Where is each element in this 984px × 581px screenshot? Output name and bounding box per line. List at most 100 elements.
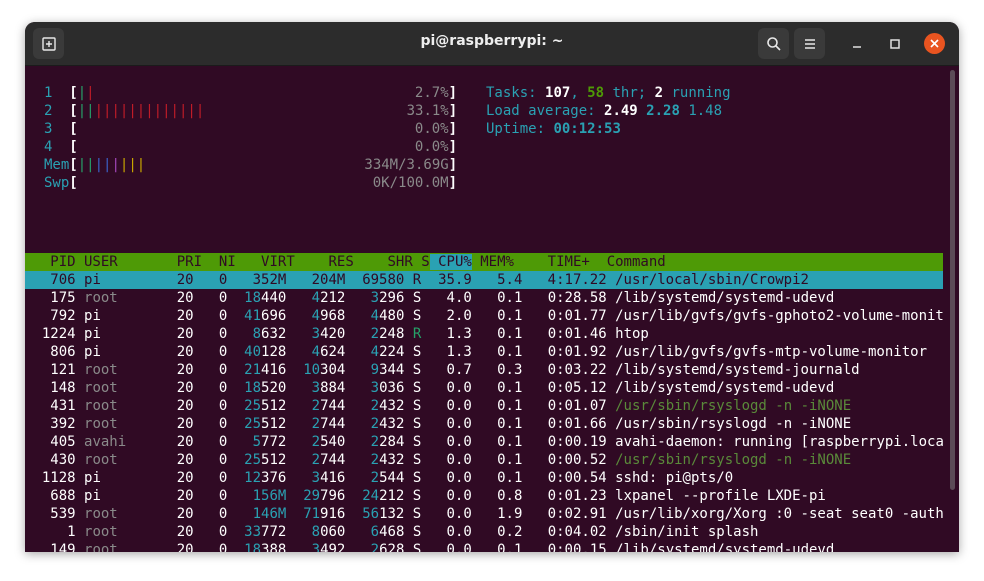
cell-shr: 3296 bbox=[370, 290, 405, 306]
cell-cpu: 0.0 bbox=[421, 488, 472, 504]
column-res-header[interactable]: RES bbox=[295, 254, 353, 270]
process-row[interactable]: 430 root 20 0 25512 2744 2432 S 0.0 0.1 … bbox=[25, 451, 851, 469]
cell-command: /usr/lib/gvfs/gvfs-gphoto2-volume-monit bbox=[606, 308, 944, 324]
process-row[interactable]: 405 avahi 20 0 5772 2540 2284 S 0.0 0.1 … bbox=[25, 433, 944, 451]
cell-pri: 20 bbox=[159, 272, 194, 288]
cell-mem: 0.1 bbox=[471, 452, 523, 468]
process-row[interactable]: 121 root 20 0 21416 10304 9344 S 0.7 0.3… bbox=[25, 361, 859, 379]
cell-pid: 121 bbox=[25, 362, 85, 378]
close-button[interactable] bbox=[924, 33, 945, 54]
cell-pri: 20 bbox=[159, 308, 194, 324]
process-row[interactable]: 149 root 20 0 18388 3492 2628 S 0.0 0.1 … bbox=[25, 541, 834, 552]
column-user-header[interactable]: USER bbox=[76, 254, 160, 270]
cell-user: pi bbox=[84, 326, 160, 342]
cell-res: 3416 bbox=[311, 470, 346, 486]
cell-pri: 20 bbox=[159, 290, 194, 306]
cell-virt: 21416 bbox=[244, 362, 287, 378]
cell-state: S bbox=[404, 308, 422, 324]
cell-mem: 0.2 bbox=[471, 524, 523, 540]
process-row[interactable]: 1224 pi 20 0 8632 3420 2248 R 1.3 0.1 0:… bbox=[25, 325, 649, 343]
column-pid-header[interactable]: PID bbox=[25, 254, 75, 270]
process-row[interactable]: 539 root 20 0 146M 71916 56132 S 0.0 1.9… bbox=[25, 505, 944, 523]
scrollbar[interactable] bbox=[950, 70, 955, 490]
cell-shr: 24212 bbox=[362, 488, 405, 504]
cell-mem: 5.4 bbox=[471, 272, 523, 288]
cell-state: R bbox=[404, 272, 422, 288]
cell-time: 0:01.46 bbox=[522, 326, 607, 342]
cell-command: /sbin/init splash bbox=[606, 524, 759, 540]
cell-mem: 0.1 bbox=[471, 470, 523, 486]
process-row[interactable]: 148 root 20 0 18520 3884 3036 S 0.0 0.1 … bbox=[25, 379, 834, 397]
cell-time: 0:00.54 bbox=[522, 470, 607, 486]
cell-virt: 18440 bbox=[244, 290, 287, 306]
cell-res: 2744 bbox=[311, 452, 346, 468]
cell-pid: 148 bbox=[25, 380, 85, 396]
maximize-button[interactable] bbox=[885, 34, 905, 54]
cell-mem: 0.1 bbox=[471, 290, 523, 306]
cell-cpu: 0.0 bbox=[421, 470, 472, 486]
meter-bracket: ] bbox=[448, 103, 458, 119]
cell-mem: 0.1 bbox=[471, 542, 523, 552]
hamburger-menu-icon bbox=[804, 38, 815, 49]
cpu-meter-id: 4 bbox=[44, 139, 70, 155]
process-row[interactable]: 1 root 20 0 33772 8060 6468 S 0.0 0.2 0:… bbox=[25, 523, 758, 541]
column-cpu-header[interactable]: CPU% bbox=[429, 254, 472, 270]
cell-ni: 0 bbox=[193, 452, 228, 468]
cell-res: 8060 bbox=[311, 524, 346, 540]
process-row[interactable]: 1128 pi 20 0 12376 3416 2544 S 0.0 0.1 0… bbox=[25, 469, 733, 487]
cell-pid: 431 bbox=[25, 398, 85, 414]
title-bar: pi@raspberrypi: ~ bbox=[25, 22, 959, 66]
meter-bracket: [ bbox=[69, 157, 78, 173]
meter-fill bbox=[78, 139, 415, 155]
cell-shr: 4224 bbox=[370, 344, 405, 360]
cell-user: root bbox=[84, 362, 160, 378]
cell-time: 0:01.07 bbox=[522, 398, 607, 414]
cell-pri: 20 bbox=[159, 326, 194, 342]
column-shr-header[interactable]: SHR bbox=[354, 254, 412, 270]
cell-shr: 2432 bbox=[370, 398, 405, 414]
search-button[interactable] bbox=[758, 28, 789, 59]
process-row[interactable]: 792 pi 20 0 41696 4968 4480 S 2.0 0.1 0:… bbox=[25, 307, 944, 325]
cell-virt: 352M bbox=[227, 272, 287, 288]
cell-pri: 20 bbox=[159, 344, 194, 360]
cell-ni: 0 bbox=[193, 326, 228, 342]
process-row[interactable]: 706 pi 20 0 352M 204M 69580 R 35.9 5.4 4… bbox=[25, 271, 809, 289]
memory-meter-bar: |||||||| bbox=[77, 157, 146, 173]
cell-pid: 392 bbox=[25, 416, 85, 432]
cell-time: 4:17.22 bbox=[522, 272, 607, 288]
process-row[interactable]: 175 root 20 0 18440 4212 3296 S 4.0 0.1 … bbox=[25, 289, 834, 307]
cell-command: htop bbox=[606, 326, 649, 342]
column-virt-header[interactable]: VIRT bbox=[236, 254, 295, 270]
column-time-header[interactable]: TIME+ bbox=[514, 254, 598, 270]
column-s-header[interactable]: S bbox=[413, 254, 429, 270]
menu-button[interactable] bbox=[794, 28, 825, 59]
cell-res: 71916 bbox=[303, 506, 346, 522]
cell-res: 4624 bbox=[311, 344, 346, 360]
cell-time: 0:03.22 bbox=[522, 362, 607, 378]
cell-user: root bbox=[84, 506, 160, 522]
cell-time: 0:01.77 bbox=[522, 308, 607, 324]
meter-bracket: [ bbox=[69, 139, 78, 155]
cell-pid: 1224 bbox=[25, 326, 85, 342]
process-row[interactable]: 806 pi 20 0 40128 4624 4224 S 1.3 0.1 0:… bbox=[25, 343, 927, 361]
cell-cpu: 0.0 bbox=[421, 434, 472, 450]
process-row[interactable]: 431 root 20 0 25512 2744 2432 S 0.0 0.1 … bbox=[25, 397, 851, 415]
minimize-button[interactable] bbox=[847, 34, 867, 54]
column-ni-header[interactable]: NI bbox=[202, 254, 236, 270]
column-mem-header[interactable]: MEM% bbox=[472, 254, 514, 270]
close-icon bbox=[930, 39, 939, 48]
column-pri-header[interactable]: PRI bbox=[160, 254, 202, 270]
process-row[interactable]: 688 pi 20 0 156M 29796 24212 S 0.0 0.8 0… bbox=[25, 487, 826, 505]
cell-ni: 0 bbox=[193, 470, 228, 486]
process-row[interactable]: 392 root 20 0 25512 2744 2432 S 0.0 0.1 … bbox=[25, 415, 851, 433]
cell-virt: 25512 bbox=[244, 398, 287, 414]
column-command-header[interactable]: Command bbox=[598, 254, 666, 270]
cell-user: pi bbox=[84, 308, 160, 324]
cpu-meter-percent: 2.7% bbox=[414, 85, 449, 101]
cell-virt: 156M bbox=[252, 488, 287, 504]
terminal-area[interactable]: 1 [|| 2.7%] 2 [||||||||||||||| 33.1%] 3 [ … bbox=[25, 66, 959, 552]
cell-state: S bbox=[404, 542, 422, 552]
cell-time: 0:01.23 bbox=[522, 488, 607, 504]
cell-pid: 688 bbox=[25, 488, 85, 504]
cell-shr: 2284 bbox=[370, 434, 405, 450]
